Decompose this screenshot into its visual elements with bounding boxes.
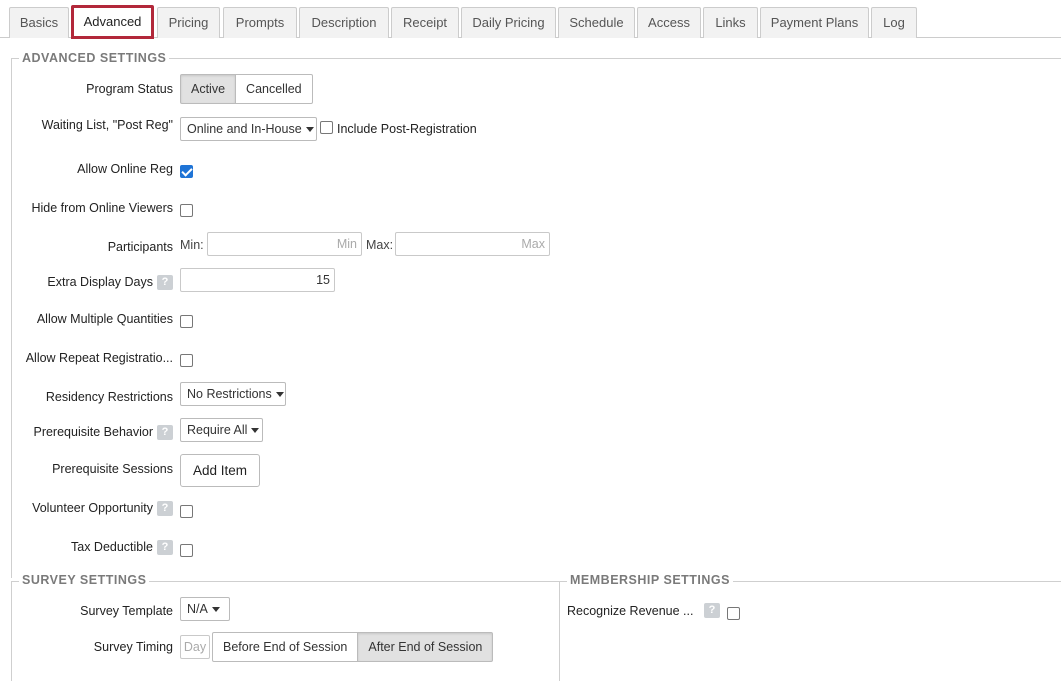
after-end-of-session-button[interactable]: After End of Session (358, 632, 494, 662)
help-icon[interactable]: ? (157, 540, 173, 556)
allow-repeat-registration-checkbox[interactable] (180, 354, 193, 367)
chevron-down-icon (275, 392, 284, 398)
allow-repeat-registration-label: Allow Repeat Registratio... (25, 351, 173, 365)
volunteer-opportunity-checkbox[interactable] (180, 505, 193, 518)
survey-template-value: N/A (187, 602, 208, 616)
program-status-toggle: Active Cancelled (180, 74, 313, 104)
program-status-label: Program Status (86, 82, 173, 96)
chevron-down-icon (305, 127, 314, 133)
prerequisite-sessions-label: Prerequisite Sessions (52, 462, 173, 476)
participants-min-label: Min: (180, 238, 204, 252)
tab-basics[interactable]: Basics (9, 7, 69, 38)
tab-log[interactable]: Log (871, 7, 917, 38)
survey-template-select[interactable]: N/A (180, 597, 230, 621)
recognize-revenue-checkbox[interactable] (727, 607, 740, 620)
participants-label: Participants (107, 240, 173, 254)
tax-deductible-label: Tax Deductible (71, 540, 153, 554)
tab-advanced[interactable]: Advanced (71, 5, 154, 39)
prerequisite-behavior-select[interactable]: Require All (180, 418, 263, 442)
extra-display-days-label-group: Extra Display Days? (47, 275, 173, 291)
survey-template-label: Survey Template (80, 604, 173, 618)
survey-timing-day-input[interactable]: Day (180, 635, 210, 659)
help-icon[interactable]: ? (704, 603, 720, 618)
help-icon[interactable]: ? (157, 425, 173, 441)
volunteer-opportunity-label: Volunteer Opportunity (32, 501, 153, 515)
tab-access[interactable]: Access (637, 7, 701, 38)
residency-restrictions-value: No Restrictions (187, 387, 272, 401)
survey-settings-legend: SURVEY SETTINGS (19, 573, 150, 587)
waiting-list-select[interactable]: Online and In-House (180, 117, 317, 141)
participants-max-input[interactable]: Max (395, 232, 550, 256)
advanced-settings-legend: ADVANCED SETTINGS (19, 51, 170, 65)
recognize-revenue-label: Recognize Revenue ... (567, 604, 694, 618)
tab-bar: Basics Advanced Pricing Prompts Descript… (0, 0, 1061, 39)
tab-receipt[interactable]: Receipt (391, 7, 459, 38)
tab-description[interactable]: Description (299, 7, 389, 38)
survey-timing-label: Survey Timing (93, 640, 173, 654)
survey-timing-toggle: Before End of Session After End of Sessi… (212, 632, 494, 662)
include-post-registration-label: Include Post-Registration (337, 122, 477, 136)
residency-restrictions-label: Residency Restrictions (45, 390, 173, 404)
prerequisite-behavior-label-group: Prerequisite Behavior? (33, 425, 173, 441)
tax-deductible-label-group: Tax Deductible? (71, 540, 173, 556)
residency-restrictions-select[interactable]: No Restrictions (180, 382, 286, 406)
tab-payment-plans[interactable]: Payment Plans (760, 7, 869, 38)
tab-prompts[interactable]: Prompts (223, 7, 297, 38)
allow-multiple-quantities-label: Allow Multiple Quantities (36, 312, 173, 326)
program-status-cancelled-button[interactable]: Cancelled (236, 74, 313, 104)
include-post-registration-checkbox[interactable] (320, 121, 333, 134)
tab-daily-pricing[interactable]: Daily Pricing (461, 7, 556, 38)
tab-schedule[interactable]: Schedule (558, 7, 635, 38)
membership-settings-legend: MEMBERSHIP SETTINGS (567, 573, 733, 587)
waiting-list-value: Online and In-House (187, 122, 302, 136)
participants-min-input[interactable]: Min (207, 232, 362, 256)
before-end-of-session-button[interactable]: Before End of Session (212, 632, 359, 662)
hide-online-viewers-checkbox[interactable] (180, 204, 193, 217)
prerequisite-behavior-label: Prerequisite Behavior (33, 425, 153, 439)
hide-online-viewers-label: Hide from Online Viewers (31, 201, 174, 215)
program-status-active-button[interactable]: Active (180, 74, 237, 104)
participants-max-label: Max: (366, 238, 394, 252)
help-icon[interactable]: ? (157, 275, 173, 291)
prerequisite-behavior-value: Require All (187, 423, 248, 437)
tab-pricing[interactable]: Pricing (157, 7, 220, 38)
chevron-down-icon (251, 428, 260, 434)
chevron-down-icon (211, 607, 220, 613)
survey-settings-fieldset (11, 581, 559, 681)
tab-links[interactable]: Links (703, 7, 758, 38)
volunteer-opportunity-label-group: Volunteer Opportunity? (32, 501, 173, 517)
extra-display-days-label: Extra Display Days (47, 275, 153, 289)
add-item-button[interactable]: Add Item (180, 454, 261, 487)
allow-multiple-quantities-checkbox[interactable] (180, 315, 193, 328)
membership-settings-fieldset (559, 581, 1061, 681)
allow-online-reg-checkbox[interactable] (180, 165, 193, 178)
allow-online-reg-label: Allow Online Reg (77, 162, 173, 176)
extra-display-days-input[interactable]: 15 (180, 268, 335, 292)
tax-deductible-checkbox[interactable] (180, 544, 193, 557)
waiting-list-label: Waiting List, "Post Reg" (41, 118, 173, 132)
help-icon[interactable]: ? (157, 501, 173, 517)
